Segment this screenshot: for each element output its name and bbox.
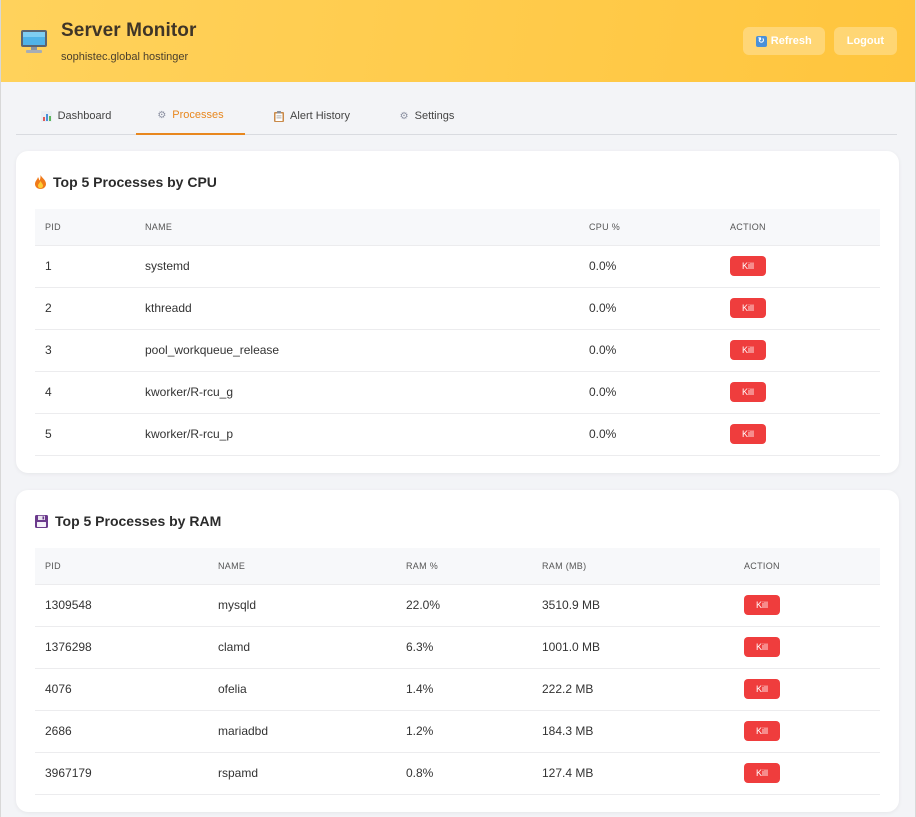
clipboard-icon	[274, 110, 285, 122]
fire-icon	[35, 175, 46, 189]
cpu-processes-card: Top 5 Processes by CPU PID NAME CPU % AC…	[16, 151, 899, 473]
pid-cell: 5	[35, 412, 135, 456]
app-subtitle: sophistec.global hostinger	[61, 50, 189, 63]
name-cell: mysqld	[208, 583, 396, 626]
refresh-button[interactable]: ↻ Refresh	[742, 27, 825, 55]
floppy-disk-icon	[35, 514, 48, 528]
kill-button[interactable]: Kill	[744, 637, 780, 657]
tab-alert-history[interactable]: Alert History	[245, 97, 379, 135]
column-header: NAME	[145, 221, 173, 232]
tab-dashboard[interactable]: Dashboard	[16, 97, 136, 135]
logout-button[interactable]: Logout	[833, 27, 897, 55]
table-row: 1376298 clamd 6.3% 1001.0 MB Kill	[35, 625, 880, 668]
tab-label: Processes	[172, 109, 224, 121]
ram-percent-cell: 1.4%	[396, 667, 532, 710]
kill-button[interactable]: Kill	[744, 595, 780, 615]
column-header: ACTION	[730, 221, 766, 232]
table-row: 3 pool_workqueue_release 0.0% Kill	[35, 328, 880, 371]
kill-button[interactable]: Kill	[744, 679, 780, 699]
ram-percent-cell: 22.0%	[396, 583, 532, 626]
pid-cell: 1	[35, 244, 135, 287]
table-row: 2686 mariadbd 1.2% 184.3 MB Kill	[35, 709, 880, 752]
ram-percent-cell: 1.2%	[396, 709, 532, 752]
pid-cell: 2	[35, 286, 135, 329]
kill-button[interactable]: Kill	[730, 340, 766, 360]
cpu-cell: 0.0%	[579, 370, 720, 413]
cpu-cell: 0.0%	[579, 244, 720, 287]
tab-bar: Dashboard ⚙ Processes Alert History ⚙ Se…	[16, 97, 897, 135]
column-header: ACTION	[744, 560, 780, 571]
pid-cell: 1309548	[35, 583, 208, 626]
card-title: Top 5 Processes by CPU	[35, 151, 880, 209]
name-cell: mariadbd	[208, 709, 396, 752]
table-header-row: PID NAME CPU % ACTION	[35, 209, 880, 245]
pid-cell: 4	[35, 370, 135, 413]
name-cell: ofelia	[208, 667, 396, 710]
ram-mb-cell: 1001.0 MB	[532, 625, 734, 668]
ram-card-title: Top 5 Processes by RAM	[55, 513, 222, 529]
table-row: 3967179 rspamd 0.8% 127.4 MB Kill	[35, 751, 880, 795]
tab-label: Settings	[414, 110, 455, 122]
chart-icon	[40, 110, 52, 122]
card-title: Top 5 Processes by RAM	[35, 490, 880, 548]
name-cell: kworker/R-rcu_p	[135, 412, 579, 456]
pid-cell: 3	[35, 328, 135, 371]
pid-cell: 1376298	[35, 625, 208, 668]
pid-cell: 4076	[35, 667, 208, 710]
column-header: NAME	[218, 560, 246, 571]
ram-percent-cell: 0.8%	[396, 751, 532, 795]
tab-label: Alert History	[290, 110, 350, 122]
table-row: 2 kthreadd 0.0% Kill	[35, 286, 880, 329]
pid-cell: 3967179	[35, 751, 208, 795]
table-row: 5 kworker/R-rcu_p 0.0% Kill	[35, 412, 880, 456]
name-cell: kworker/R-rcu_g	[135, 370, 579, 413]
kill-button[interactable]: Kill	[730, 424, 766, 444]
name-cell: pool_workqueue_release	[135, 328, 579, 371]
column-header: RAM (MB)	[542, 560, 587, 571]
ram-processes-card: Top 5 Processes by RAM PID NAME RAM % RA…	[16, 490, 899, 812]
logout-label: Logout	[846, 35, 884, 47]
table-row: 4 kworker/R-rcu_g 0.0% Kill	[35, 370, 880, 413]
name-cell: rspamd	[208, 751, 396, 795]
ram-mb-cell: 3510.9 MB	[532, 583, 734, 626]
ram-mb-cell: 127.4 MB	[532, 751, 734, 795]
kill-button[interactable]: Kill	[730, 382, 766, 402]
cpu-process-table: PID NAME CPU % ACTION 1 systemd 0.0% Kil…	[35, 209, 880, 456]
table-row: 1 systemd 0.0% Kill	[35, 244, 880, 287]
column-header: CPU %	[589, 221, 621, 232]
refresh-icon: ↻	[755, 35, 767, 47]
pid-cell: 2686	[35, 709, 208, 752]
app-title: Server Monitor	[61, 19, 197, 41]
table-row: 4076 ofelia 1.4% 222.2 MB Kill	[35, 667, 880, 710]
cpu-cell: 0.0%	[579, 412, 720, 456]
column-header: PID	[45, 221, 61, 232]
cpu-cell: 0.0%	[579, 328, 720, 371]
cpu-card-title: Top 5 Processes by CPU	[53, 174, 217, 190]
ram-percent-cell: 6.3%	[396, 625, 532, 668]
ram-process-table: PID NAME RAM % RAM (MB) ACTION 1309548 m…	[35, 548, 880, 795]
kill-button[interactable]: Kill	[730, 298, 766, 318]
ram-mb-cell: 184.3 MB	[532, 709, 734, 752]
gear-icon: ⚙	[157, 109, 167, 121]
tab-settings[interactable]: ⚙ Settings	[379, 97, 475, 135]
refresh-label: Refresh	[770, 35, 812, 47]
kill-button[interactable]: Kill	[744, 721, 780, 741]
name-cell: systemd	[135, 244, 579, 287]
app-header: Server Monitor sophistec.global hostinge…	[1, 0, 915, 82]
column-header: RAM %	[406, 560, 439, 571]
kill-button[interactable]: Kill	[744, 763, 780, 783]
ram-mb-cell: 222.2 MB	[532, 667, 734, 710]
table-row: 1309548 mysqld 22.0% 3510.9 MB Kill	[35, 583, 880, 626]
name-cell: kthreadd	[135, 286, 579, 329]
table-header-row: PID NAME RAM % RAM (MB) ACTION	[35, 548, 880, 584]
name-cell: clamd	[208, 625, 396, 668]
tab-label: Dashboard	[57, 110, 112, 122]
column-header: PID	[45, 560, 61, 571]
tab-processes[interactable]: ⚙ Processes	[136, 97, 245, 135]
kill-button[interactable]: Kill	[730, 256, 766, 276]
cpu-cell: 0.0%	[579, 286, 720, 329]
monitor-icon	[21, 30, 47, 53]
gear-icon: ⚙	[399, 110, 409, 122]
